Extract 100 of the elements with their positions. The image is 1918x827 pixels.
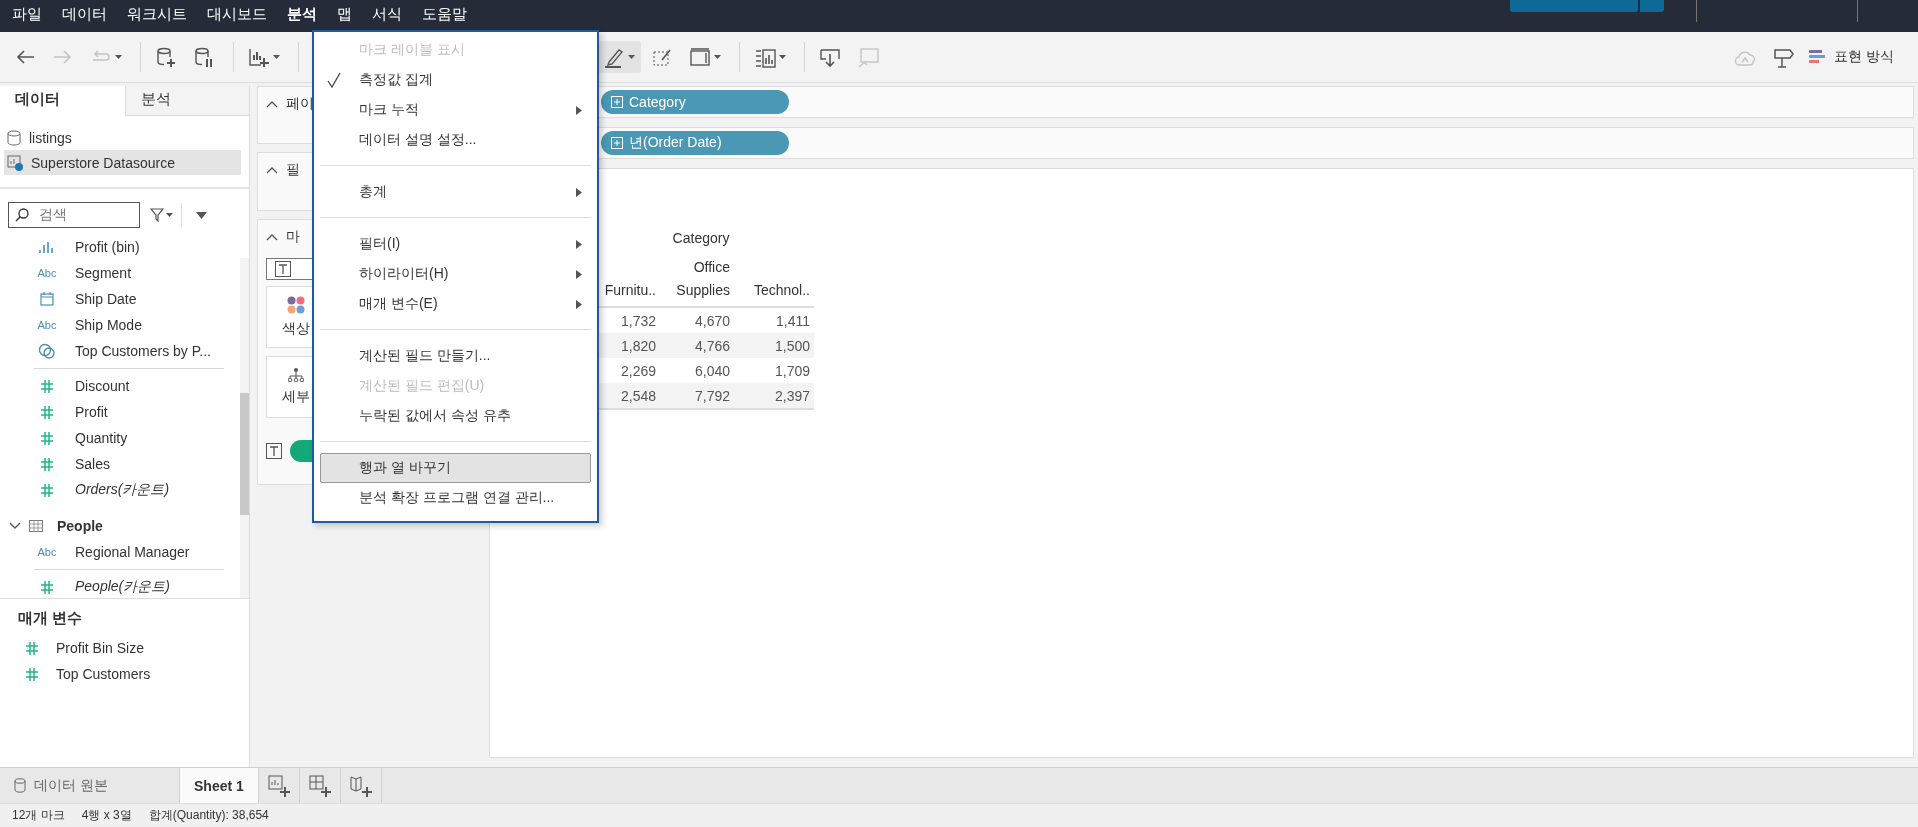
folder-name[interactable]: People bbox=[57, 518, 103, 534]
hash-icon bbox=[41, 483, 53, 497]
cards-icon bbox=[754, 46, 776, 68]
status-text: 4행 x 3열 bbox=[81, 807, 132, 824]
menu-bar-item[interactable]: 데이터 bbox=[62, 4, 117, 28]
search-field[interactable]: 검색 bbox=[8, 202, 140, 228]
toolbar-button[interactable] bbox=[597, 41, 641, 73]
field-name[interactable]: Profit bbox=[75, 404, 108, 420]
status-text: 12개 마크 bbox=[12, 807, 65, 824]
card-title: 마 bbox=[286, 228, 300, 246]
caret-icon bbox=[714, 54, 721, 60]
expand-plus-icon[interactable] bbox=[611, 96, 623, 108]
field-name[interactable]: Ship Mode bbox=[75, 317, 142, 333]
hash-icon bbox=[41, 580, 53, 594]
text-mark-icon bbox=[266, 443, 282, 459]
menu-item[interactable]: 행과 열 바꾸기 bbox=[320, 453, 591, 483]
field-name[interactable]: Top Customers by P... bbox=[75, 343, 211, 359]
filter-icon bbox=[150, 208, 164, 222]
data-source-item[interactable]: Superstore Datasource bbox=[4, 150, 241, 175]
string-type-icon: Abc bbox=[37, 319, 57, 331]
data-source-item[interactable]: listings bbox=[4, 125, 241, 150]
column-header[interactable]: Office Supplies bbox=[660, 256, 734, 307]
submenu-arrow-icon bbox=[576, 299, 582, 309]
status-text: 합계(Quantity): 38,654 bbox=[148, 807, 269, 824]
hash-icon bbox=[41, 379, 53, 393]
menu-item[interactable]: 마크 누적 bbox=[320, 95, 591, 125]
field-name[interactable]: Quantity bbox=[75, 430, 128, 446]
download-icon bbox=[819, 46, 841, 68]
card-title: 페이 bbox=[286, 95, 314, 113]
submenu-arrow-icon bbox=[576, 239, 582, 249]
text-mark-icon bbox=[275, 261, 291, 277]
chevron-down-icon[interactable] bbox=[9, 522, 21, 530]
hash-icon bbox=[26, 667, 38, 681]
new-worksheet-icon bbox=[267, 774, 290, 797]
filter-button[interactable] bbox=[148, 203, 182, 227]
field-name[interactable]: People(카운트) bbox=[75, 578, 170, 596]
search-icon bbox=[15, 208, 29, 222]
parameter-name[interactable]: Profit Bin Size bbox=[56, 640, 144, 656]
menu-bar-item[interactable]: 서식 bbox=[372, 4, 412, 28]
new-story-icon bbox=[349, 774, 372, 797]
show-me-button[interactable]: 표현 방식 bbox=[1804, 41, 1898, 73]
section-title: 매개 변수 bbox=[17, 608, 84, 628]
frame-icon bbox=[689, 46, 711, 68]
hierarchy-icon bbox=[288, 368, 304, 382]
collapse-chevron-icon[interactable] bbox=[266, 100, 278, 108]
field-name[interactable]: Ship Date bbox=[75, 291, 137, 307]
field-name[interactable]: Sales bbox=[75, 456, 111, 472]
table-cell: 4,766 bbox=[660, 333, 734, 358]
histogram-icon bbox=[39, 241, 55, 253]
menu-item[interactable]: 하이라이터(H) bbox=[320, 259, 591, 289]
menu-item[interactable]: 필터(I) bbox=[320, 229, 591, 259]
collapse-chevron-icon[interactable] bbox=[266, 233, 278, 241]
menu-item[interactable]: 분석 확장 프로그램 연결 관리... bbox=[320, 483, 591, 513]
extract-icon bbox=[7, 154, 23, 171]
caret-icon bbox=[115, 54, 122, 60]
menu-item[interactable]: 총계 bbox=[320, 177, 591, 207]
menu-bar-item[interactable]: 파일 bbox=[12, 4, 52, 28]
collapse-chevron-icon[interactable] bbox=[266, 166, 278, 174]
column-header[interactable]: Technol.. bbox=[734, 256, 814, 307]
column-header-title: Category bbox=[671, 229, 731, 248]
caret-icon bbox=[273, 54, 280, 60]
calendar-icon bbox=[40, 292, 54, 306]
field-name[interactable]: Segment bbox=[75, 265, 132, 281]
signpost-icon bbox=[1772, 46, 1795, 68]
sheet-tab[interactable]: Sheet 1 bbox=[180, 768, 259, 803]
menu-bar-item[interactable]: 맵 bbox=[337, 4, 362, 28]
bars-icon bbox=[1808, 48, 1827, 66]
card-title: 필 bbox=[286, 161, 300, 179]
presentation-icon bbox=[857, 46, 879, 68]
hash-icon bbox=[41, 457, 53, 471]
table-cell: 4,670 bbox=[660, 307, 734, 333]
menu-bar-item[interactable]: 도움말 bbox=[422, 4, 477, 28]
caret-icon bbox=[166, 212, 173, 218]
caret-icon bbox=[779, 54, 786, 60]
string-type-icon: Abc bbox=[37, 546, 57, 558]
field-name[interactable]: Regional Manager bbox=[75, 544, 190, 560]
field-name[interactable]: Profit (bin) bbox=[75, 239, 140, 255]
expand-plus-icon[interactable] bbox=[611, 137, 623, 149]
menu-item[interactable]: 측정값 집계 bbox=[320, 65, 591, 95]
field-name[interactable]: Discount bbox=[75, 378, 130, 394]
new-dashboard-icon bbox=[308, 774, 331, 797]
parameter-name[interactable]: Top Customers bbox=[56, 666, 151, 682]
scrollbar-thumb[interactable] bbox=[240, 393, 249, 515]
color-dots-icon bbox=[287, 296, 305, 314]
menu-item[interactable]: 데이터 설명 설정... bbox=[320, 125, 591, 155]
table-cell: 1,709 bbox=[734, 358, 814, 383]
menu-bar-item[interactable]: 분석 bbox=[287, 4, 327, 28]
menu-bar-item[interactable]: 대시보드 bbox=[207, 4, 277, 28]
table-cell: 1,732 bbox=[588, 307, 660, 333]
bar-chart-plus-icon bbox=[248, 46, 270, 68]
string-type-icon: Abc bbox=[37, 267, 57, 279]
database-pause-icon bbox=[193, 46, 215, 68]
submenu-arrow-icon bbox=[576, 269, 582, 279]
dropdown-caret-icon[interactable] bbox=[196, 211, 207, 219]
hash-icon bbox=[41, 405, 53, 419]
field-name[interactable]: Orders(카운트) bbox=[75, 481, 170, 499]
menu-bar-item[interactable]: 워크시트 bbox=[127, 4, 197, 28]
hash-icon bbox=[41, 431, 53, 445]
table-cell: 1,500 bbox=[734, 333, 814, 358]
pane-tab[interactable]: 분석 bbox=[124, 86, 249, 116]
